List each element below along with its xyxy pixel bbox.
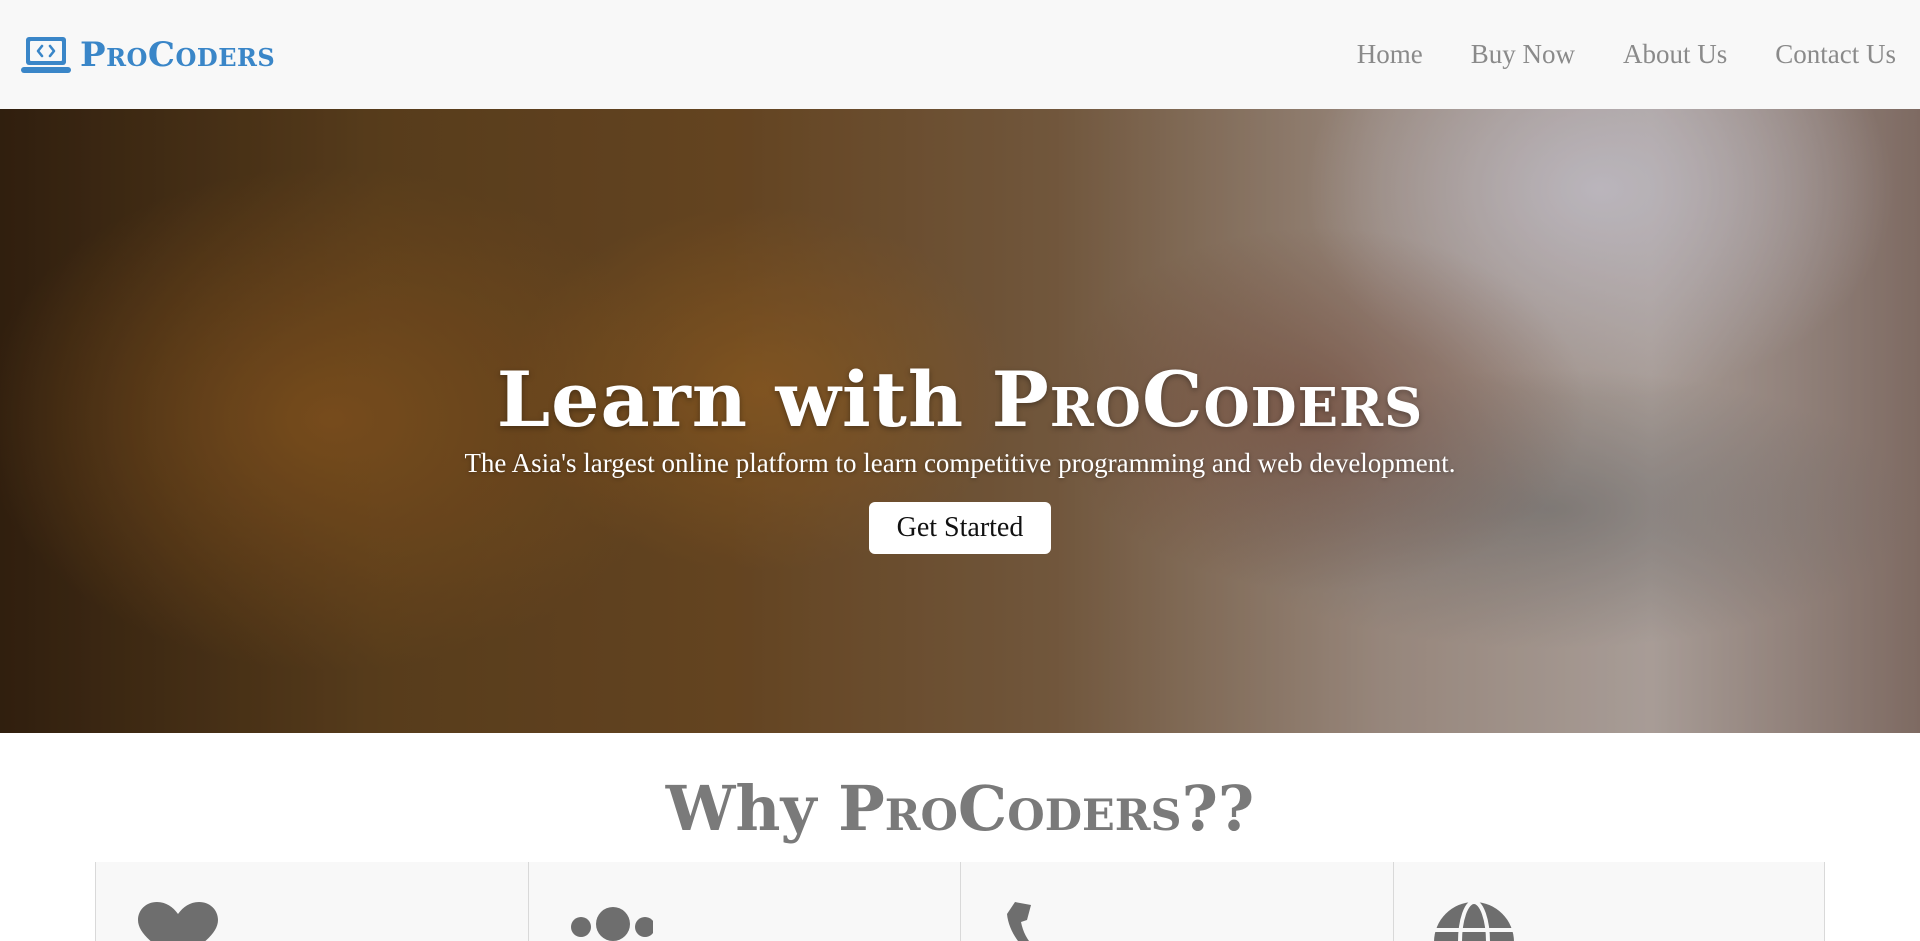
feature-card [1392,862,1825,941]
navbar: ProCoders Home Buy Now About Us Contact … [0,0,1920,109]
get-started-button[interactable]: Get Started [869,502,1051,554]
hero-subtitle: The Asia's largest online platform to le… [464,448,1456,478]
hero-banner: Learn with ProCoders The Asia's largest … [0,109,1920,733]
nav-menu: Home Buy Now About Us Contact Us [1357,39,1896,70]
hero-title-prefix: Learn with [496,355,992,444]
feature-card [95,862,528,941]
hero-title-brand: ProCoders [991,355,1424,444]
brand-name: ProCoders [80,34,276,75]
why-title-suffix: ?? [1181,772,1255,845]
why-section-title: Why ProCoders?? [0,772,1920,845]
why-title-brand: ProCoders [838,772,1182,845]
nav-contact-us[interactable]: Contact Us [1775,39,1896,70]
phone-icon [1007,902,1031,941]
feature-cards [95,862,1825,941]
nav-about-us[interactable]: About Us [1623,39,1727,70]
why-title-prefix: Why [665,772,839,845]
hero-title: Learn with ProCoders [0,355,1920,444]
heart-icon [138,902,218,941]
globe-icon [1433,902,1514,941]
users-icon [570,907,653,941]
nav-home[interactable]: Home [1357,39,1423,70]
nav-buy-now[interactable]: Buy Now [1471,39,1575,70]
feature-card [527,862,960,941]
brand-logo-link[interactable]: ProCoders [20,34,275,76]
feature-card [960,862,1393,941]
laptop-code-icon [21,36,71,73]
